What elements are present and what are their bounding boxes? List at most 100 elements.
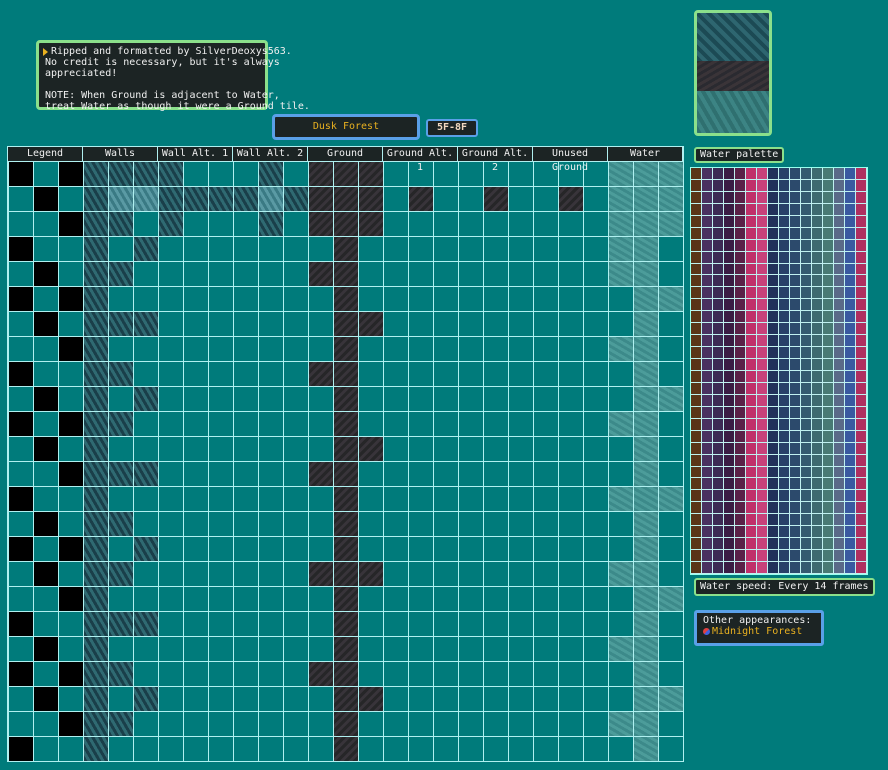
tile [634, 437, 658, 461]
palette-swatch [724, 347, 735, 360]
palette-swatch [713, 526, 724, 539]
palette-swatch [823, 538, 834, 551]
palette-swatch [779, 490, 790, 503]
palette-swatch [856, 562, 867, 574]
tile [9, 537, 33, 561]
dungeon-icon [703, 627, 710, 635]
palette-swatch [735, 168, 746, 180]
tile [59, 412, 83, 436]
palette-swatch [691, 215, 702, 228]
tile [334, 662, 358, 686]
palette-swatch [823, 359, 834, 371]
tile [334, 512, 358, 536]
palette-swatch [845, 299, 856, 312]
tile [634, 337, 658, 361]
palette-swatch [779, 478, 790, 491]
palette-swatch [735, 490, 746, 503]
palette-swatch [768, 203, 779, 216]
palette-swatch [790, 466, 801, 479]
palette-swatch [768, 478, 779, 491]
palette-swatch [834, 275, 845, 288]
palette-swatch [735, 215, 746, 228]
column-header: Legend [8, 147, 83, 161]
palette-swatch [790, 239, 801, 252]
palette-swatch [856, 227, 867, 240]
palette-swatch [691, 203, 702, 216]
tile [334, 487, 358, 511]
palette-swatch [834, 168, 845, 180]
tile [634, 187, 658, 211]
palette-swatch [845, 538, 856, 551]
palette-swatch [856, 442, 867, 455]
tile [334, 212, 358, 236]
palette-swatch [702, 562, 713, 574]
palette-swatch [757, 179, 768, 192]
palette-swatch [790, 418, 801, 431]
palette-swatch [856, 287, 867, 300]
palette-swatch [812, 215, 823, 228]
tile [634, 362, 658, 386]
palette-swatch [746, 430, 757, 443]
tile [609, 262, 633, 286]
palette-swatch [768, 311, 779, 324]
palette-swatch [801, 382, 812, 395]
tile [334, 437, 358, 461]
tile [9, 737, 33, 761]
tile [659, 687, 683, 711]
palette-swatch [724, 430, 735, 443]
palette-swatch [713, 502, 724, 515]
palette-swatch [834, 311, 845, 324]
palette-swatch [856, 251, 867, 264]
credit-line: treat Water as though it were a Ground t… [45, 101, 310, 112]
palette-swatch [713, 430, 724, 443]
palette-swatch [713, 275, 724, 288]
tile [309, 462, 333, 486]
palette-swatch [790, 442, 801, 455]
palette-swatch [735, 370, 746, 383]
tile [359, 312, 383, 336]
tile [659, 387, 683, 411]
palette-swatch [845, 239, 856, 252]
palette-swatch [768, 179, 779, 192]
palette-swatch [702, 538, 713, 551]
palette-swatch [702, 454, 713, 467]
palette-swatch [801, 538, 812, 551]
palette-swatch [702, 526, 713, 539]
palette-swatch [856, 502, 867, 515]
palette-swatch [746, 382, 757, 395]
palette-swatch [746, 168, 757, 180]
tile [609, 712, 633, 736]
palette-swatch [779, 538, 790, 551]
palette-swatch [724, 359, 735, 371]
palette-swatch [757, 191, 768, 204]
palette-swatch [801, 275, 812, 288]
tile [659, 187, 683, 211]
palette-swatch [779, 347, 790, 360]
tile [309, 187, 333, 211]
palette-swatch [702, 323, 713, 336]
tile [609, 487, 633, 511]
tile [9, 287, 33, 311]
tile [634, 262, 658, 286]
palette-swatch [713, 359, 724, 371]
palette-swatch [768, 418, 779, 431]
palette-swatch [823, 347, 834, 360]
palette-swatch [702, 335, 713, 348]
palette-swatch [834, 347, 845, 360]
palette-swatch [735, 442, 746, 455]
other-appearance-link[interactable]: Midnight Forest [712, 626, 802, 637]
palette-swatch [834, 251, 845, 264]
palette-swatch [790, 562, 801, 574]
palette-swatch [790, 311, 801, 324]
palette-swatch [801, 418, 812, 431]
tile [9, 162, 33, 186]
palette-swatch [702, 191, 713, 204]
tile [109, 612, 133, 636]
palette-swatch [779, 514, 790, 527]
palette-swatch [713, 251, 724, 264]
palette-swatch [779, 550, 790, 563]
palette-swatch [779, 442, 790, 455]
column-header: Walls [83, 147, 158, 161]
palette-swatch [845, 251, 856, 264]
palette-swatch [790, 478, 801, 491]
